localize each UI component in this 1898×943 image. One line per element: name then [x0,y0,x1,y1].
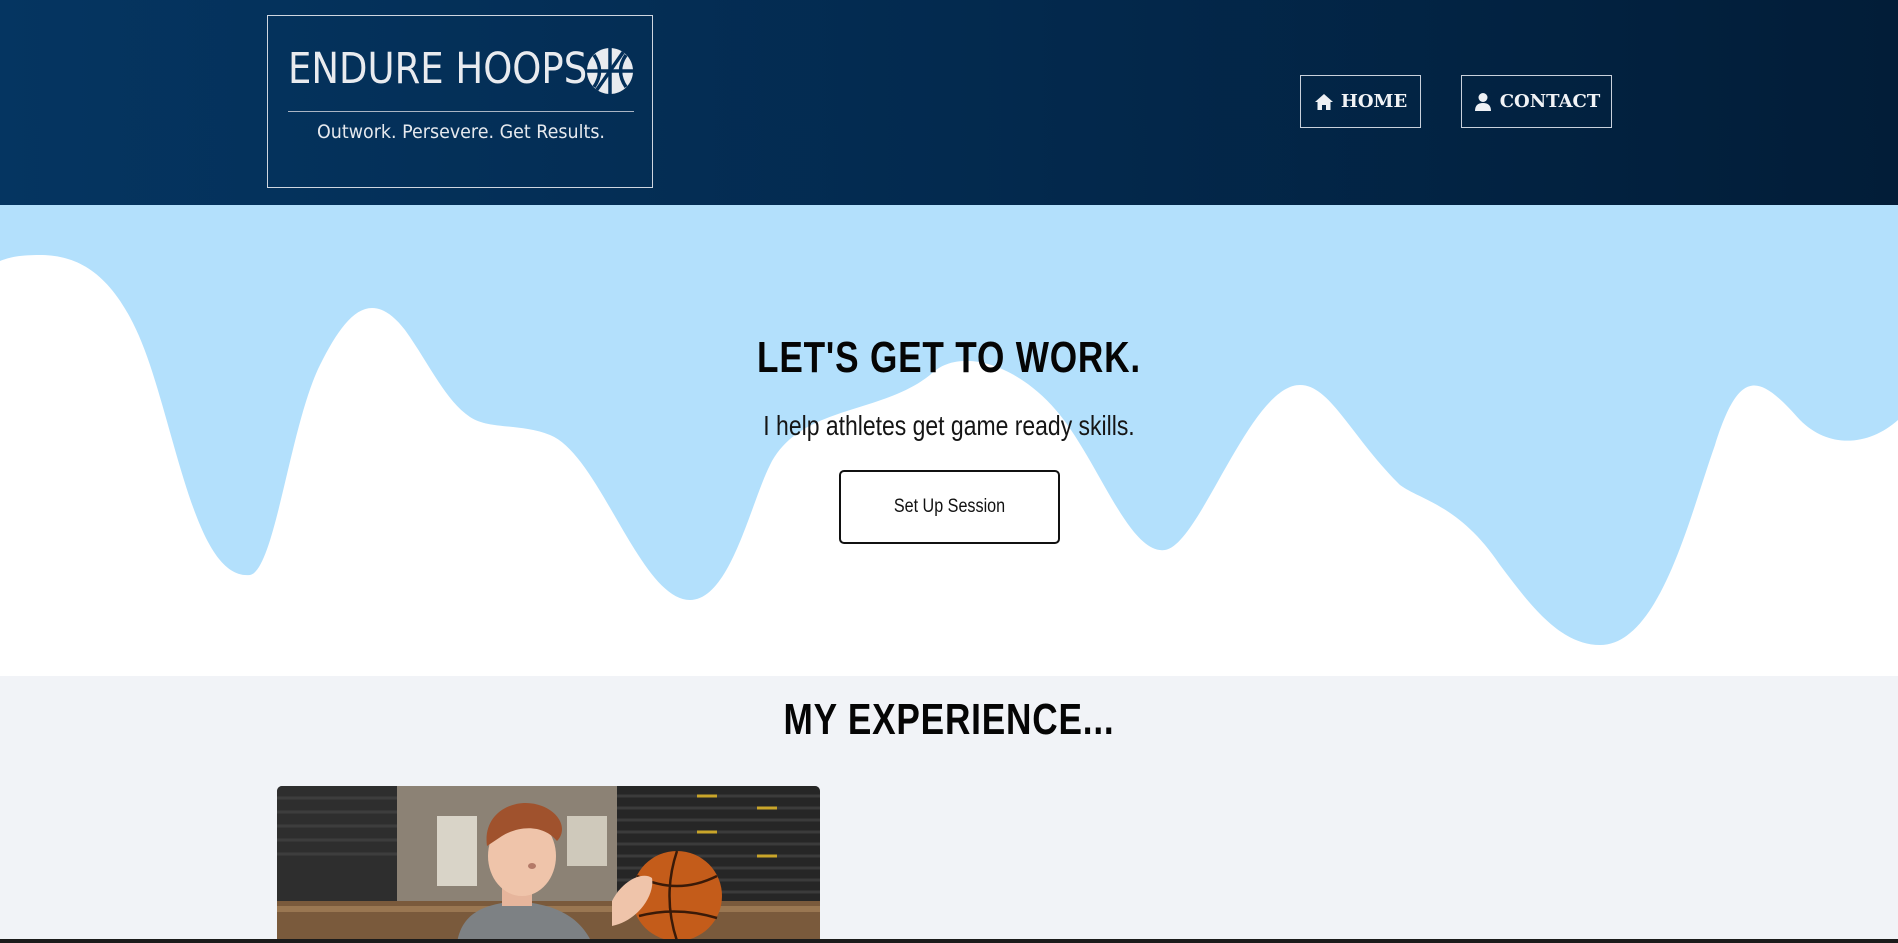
experience-heading: MY EXPERIENCE... [783,695,1115,744]
nav-home-label: HOME [1340,91,1408,112]
home-icon [1314,93,1333,110]
nav-home-button[interactable]: HOME [1300,75,1421,128]
user-icon [1474,92,1491,111]
logo-tagline: Outwork. Persevere. Get Results. [317,121,605,143]
set-up-session-button[interactable]: Set Up Session [839,470,1060,544]
site-header: ENDURE HOOPS Outwork. Persevere. Get Res… [0,0,1898,205]
basketball-icon [587,48,633,94]
set-up-session-label: Set Up Session [893,496,1006,517]
logo-title: ENDURE HOOPS [288,44,588,94]
hero-subtitle: I help athletes get game ready skills. [763,410,1135,441]
logo-divider [288,111,634,112]
hero-section: LET'S GET TO WORK. I help athletes get g… [0,205,1898,676]
hero-title: LET'S GET TO WORK. [757,333,1141,382]
nav-contact-button[interactable]: CONTACT [1461,75,1612,128]
site-logo[interactable]: ENDURE HOOPS Outwork. Persevere. Get Res… [267,15,653,188]
page-bottom-divider [0,939,1898,943]
nav-contact-label: CONTACT [1499,91,1601,112]
basketball-player-photo [277,786,820,943]
